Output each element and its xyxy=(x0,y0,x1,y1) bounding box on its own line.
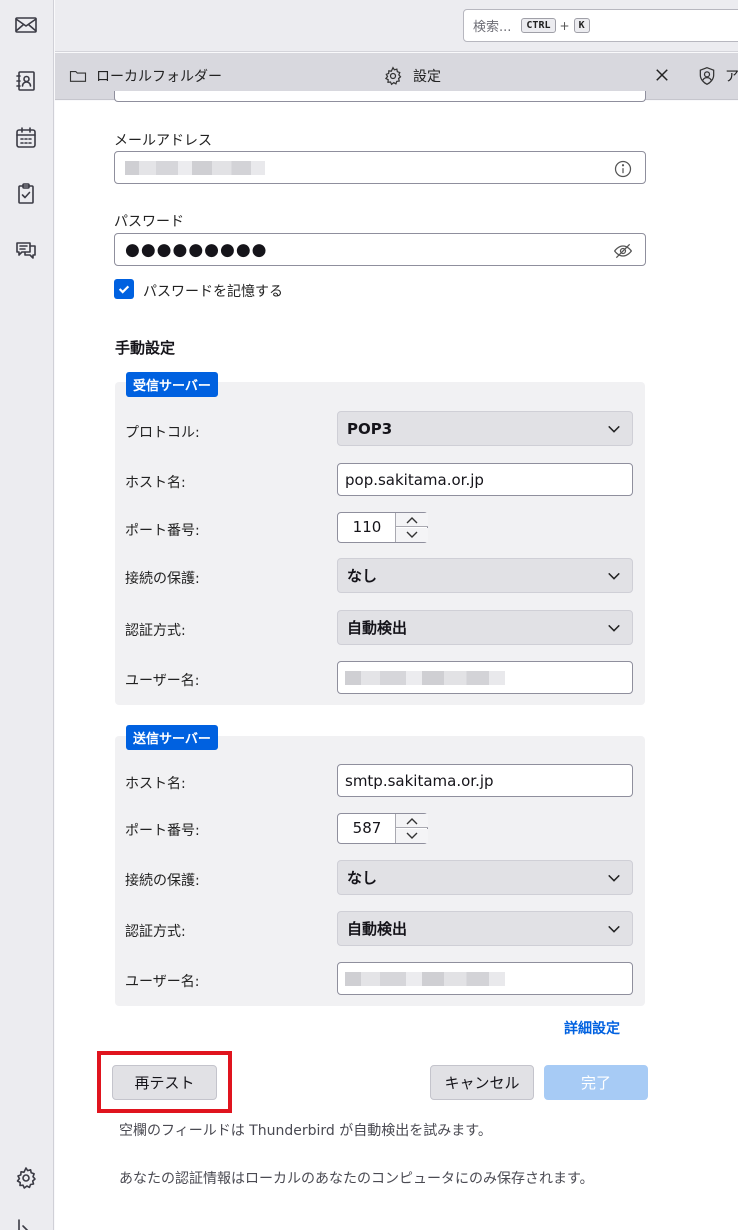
outgoing-security-label: 接続の保護: xyxy=(125,873,200,889)
outgoing-user-label: ユーザー名: xyxy=(125,974,200,990)
account-tab-icon xyxy=(699,66,715,86)
incoming-security-select[interactable]: なし xyxy=(337,558,633,593)
incoming-user-value xyxy=(345,670,505,685)
port-increment-icon[interactable] xyxy=(396,814,428,828)
incoming-port-value: 110 xyxy=(352,518,382,536)
search-placeholder: 検索... xyxy=(473,20,512,35)
mail-icon[interactable] xyxy=(10,9,42,41)
outgoing-security-select[interactable]: なし xyxy=(337,860,633,895)
autodetect-note: 空欄のフィールドは Thunderbird が自動検出を試みます。 xyxy=(119,1123,492,1139)
hide-password-icon[interactable] xyxy=(613,241,633,261)
incoming-auth-value: 自動検出 xyxy=(347,619,408,637)
port-decrement-icon[interactable] xyxy=(396,829,428,843)
advanced-settings-link[interactable]: 詳細設定 xyxy=(564,1018,620,1038)
outgoing-host-input[interactable]: smtp.sakitama.or.jp xyxy=(337,764,633,797)
chevron-down-icon xyxy=(608,572,620,580)
outgoing-server-group: ホスト名: smtp.sakitama.or.jp ポート番号: 587 接続の… xyxy=(115,736,645,1006)
outgoing-security-value: なし xyxy=(347,869,378,887)
tasks-icon[interactable] xyxy=(10,178,42,210)
incoming-security-value: なし xyxy=(347,567,378,585)
tab-settings-label: 設定 xyxy=(413,69,441,85)
outgoing-host-label: ホスト名: xyxy=(125,776,186,792)
account-setup-panel: メールアドレス パスワード ●●●●●●●●● パスワードを記憶する 手動設定 … xyxy=(55,91,738,1230)
settings-tab-icon xyxy=(384,66,402,86)
shortcut-key-k: K xyxy=(573,18,590,33)
tab-account[interactable]: ア xyxy=(697,66,738,86)
outgoing-auth-label: 認証方式: xyxy=(125,924,186,940)
outgoing-auth-value: 自動検出 xyxy=(347,920,408,938)
tab-local-folders[interactable]: ローカルフォルダー xyxy=(69,66,222,86)
manual-config-title: 手動設定 xyxy=(115,339,176,357)
chevron-down-icon xyxy=(608,925,620,933)
chat-icon[interactable] xyxy=(10,234,42,266)
protocol-value: POP3 xyxy=(347,419,393,438)
outgoing-port-value: 587 xyxy=(352,819,382,837)
chevron-down-icon xyxy=(608,425,620,433)
collapse-icon[interactable] xyxy=(10,1214,42,1230)
incoming-host-value: pop.sakitama.or.jp xyxy=(345,470,484,489)
outgoing-port-stepper[interactable]: 587 xyxy=(337,813,428,844)
settings-gear-icon[interactable] xyxy=(10,1162,42,1194)
outgoing-auth-select[interactable]: 自動検出 xyxy=(337,911,633,946)
chevron-down-icon xyxy=(608,874,620,882)
incoming-host-label: ホスト名: xyxy=(125,475,186,491)
incoming-security-label: 接続の保護: xyxy=(125,571,200,587)
incoming-port-stepper[interactable]: 110 xyxy=(337,512,428,543)
email-label: メールアドレス xyxy=(114,133,212,149)
email-value xyxy=(125,160,265,175)
remember-password-label: パスワードを記憶する xyxy=(143,284,283,300)
spaces-toolbar xyxy=(0,0,54,1230)
local-storage-note: あなたの認証情報はローカルのあなたのコンピュータにのみ保存されます。 xyxy=(119,1171,594,1187)
email-field[interactable] xyxy=(114,151,646,184)
incoming-auth-select[interactable]: 自動検出 xyxy=(337,610,633,645)
remember-password-checkbox[interactable] xyxy=(114,279,134,299)
port-increment-icon[interactable] xyxy=(396,513,428,527)
port-decrement-icon[interactable] xyxy=(396,528,428,542)
password-field[interactable]: ●●●●●●●●● xyxy=(114,233,646,266)
password-label: パスワード xyxy=(114,214,184,230)
tab-local-folders-label: ローカルフォルダー xyxy=(96,69,222,85)
outgoing-server-badge: 送信サーバー xyxy=(126,725,218,750)
shortcut-key-ctrl: CTRL xyxy=(521,18,556,33)
incoming-host-input[interactable]: pop.sakitama.or.jp xyxy=(337,463,633,496)
incoming-auth-label: 認証方式: xyxy=(125,623,186,639)
shortcut-plus: + xyxy=(559,18,570,33)
protocol-label: プロトコル: xyxy=(125,425,200,441)
calendar-icon[interactable] xyxy=(10,122,42,154)
incoming-port-label: ポート番号: xyxy=(125,523,200,539)
folder-icon xyxy=(69,70,87,82)
cancel-button[interactable]: キャンセル xyxy=(430,1065,534,1100)
outgoing-host-value: smtp.sakitama.or.jp xyxy=(345,771,494,790)
chevron-down-icon xyxy=(608,624,620,632)
address-book-icon[interactable] xyxy=(10,65,42,97)
incoming-server-group: プロトコル: POP3 ホスト名: pop.sakitama.or.jp ポート… xyxy=(115,382,645,705)
incoming-user-label: ユーザー名: xyxy=(125,673,200,689)
name-field[interactable] xyxy=(114,91,646,102)
incoming-user-input[interactable] xyxy=(337,661,633,694)
tab-settings[interactable]: 設定 xyxy=(383,66,441,86)
password-value: ●●●●●●●●● xyxy=(125,239,268,260)
info-icon[interactable] xyxy=(613,159,633,179)
incoming-server-badge: 受信サーバー xyxy=(126,372,218,397)
retest-button[interactable]: 再テスト xyxy=(112,1065,217,1100)
top-toolbar: 検索... CTRL + K xyxy=(55,0,738,52)
close-tab-icon[interactable] xyxy=(653,66,673,86)
done-button[interactable]: 完了 xyxy=(544,1065,648,1100)
outgoing-port-label: ポート番号: xyxy=(125,823,200,839)
protocol-select[interactable]: POP3 xyxy=(337,411,633,446)
outgoing-user-input[interactable] xyxy=(337,962,633,995)
search-box[interactable]: 検索... CTRL + K xyxy=(463,9,738,42)
outgoing-user-value xyxy=(345,971,505,986)
tab-account-label: ア xyxy=(725,69,738,85)
